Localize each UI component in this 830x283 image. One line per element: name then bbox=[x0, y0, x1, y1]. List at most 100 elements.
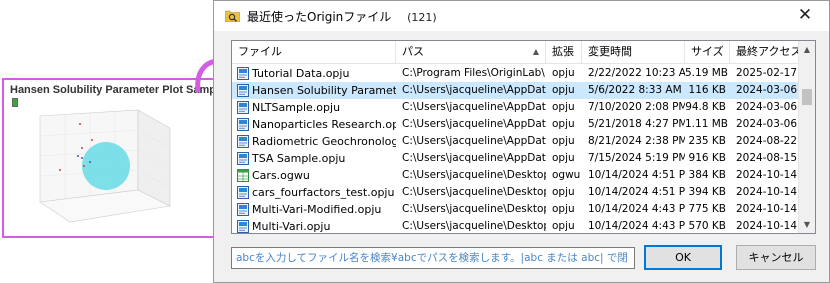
scroll-down-icon[interactable]: ▼ bbox=[799, 216, 815, 233]
file-row[interactable]: Cars.ogwu C:\Users\jacqueline\Desktop\...… bbox=[232, 167, 800, 184]
file-row[interactable]: NLTSample.opju C:\Users\jacqueline\AppDat… bbox=[232, 99, 800, 116]
file-modified-cell: 8/21/2024 2:38 PM bbox=[588, 135, 685, 147]
file-name: Nanoparticles Research.opju bbox=[252, 118, 396, 131]
project-file-icon bbox=[237, 84, 249, 97]
file-name-cell: NLTSample.opju bbox=[232, 99, 396, 116]
project-file-icon bbox=[237, 135, 249, 148]
column-header-path-label: パス bbox=[402, 45, 424, 58]
file-last-cell: 2024-10-14 bbox=[736, 220, 798, 232]
file-modified-cell: 5/21/2018 4:27 PM bbox=[588, 118, 685, 130]
file-row[interactable]: Radiometric Geochronology... C:\Users\jac… bbox=[232, 133, 800, 150]
file-path-cell: C:\Users\jacqueline\Desktop\... bbox=[402, 186, 546, 198]
file-last-cell: 2024-08-22 bbox=[736, 135, 798, 147]
dialog-titlebar: 最近使ったOriginファイル (121) ✕ bbox=[214, 1, 829, 31]
file-size-cell: 570 KB bbox=[688, 220, 726, 232]
file-last-cell: 2024-08-15 bbox=[736, 152, 798, 164]
file-row[interactable]: Multi-Vari-Modified.opju C:\Users\jacquel… bbox=[232, 201, 800, 218]
project-file-icon bbox=[237, 186, 249, 199]
search-input[interactable]: abcを入力してファイル名を検索¥abcでパスを検索します。|abc または a… bbox=[231, 247, 635, 269]
file-path-cell: C:\Users\jacqueline\AppData... bbox=[402, 135, 546, 147]
file-size-cell: 235 KB bbox=[688, 135, 726, 147]
column-header-last-access[interactable]: 最終アクセス bbox=[730, 41, 800, 63]
file-name: Multi-Vari.opju bbox=[252, 220, 331, 233]
file-name: Multi-Vari-Modified.opju bbox=[252, 203, 382, 216]
column-header-path[interactable]: パス ▲ bbox=[396, 41, 546, 63]
file-list[interactable]: ファイル パス ▲ 拡張 変更時間 サイズ 最終アクセス Tutorial Da… bbox=[231, 40, 816, 234]
file-path-cell: C:\Users\jacqueline\AppData... bbox=[402, 101, 546, 113]
file-name-cell: Nanoparticles Research.opju bbox=[232, 116, 396, 133]
file-name: Cars.ogwu bbox=[252, 169, 310, 182]
recent-files-dialog: 最近使ったOriginファイル (121) ✕ ファイル パス ▲ 拡張 変更時… bbox=[213, 0, 830, 283]
file-modified-cell: 7/10/2020 2:08 PM bbox=[588, 101, 685, 113]
file-last-cell: 2024-03-06 bbox=[736, 118, 798, 130]
file-ext-cell: opju bbox=[552, 186, 575, 198]
file-size-cell: 394 KB bbox=[688, 186, 726, 198]
file-modified-cell: 10/14/2024 4:51 PM bbox=[588, 186, 685, 198]
project-file-icon bbox=[237, 67, 249, 80]
folder-search-icon bbox=[225, 10, 240, 22]
file-name-cell: Hansen Solubility Parameter... bbox=[232, 82, 396, 99]
file-path-cell: C:\Users\jacqueline\AppData... bbox=[402, 118, 546, 130]
file-name: Radiometric Geochronology... bbox=[252, 135, 396, 148]
close-icon[interactable]: ✕ bbox=[793, 4, 817, 26]
file-row[interactable]: Hansen Solubility Parameter... C:\Users\j… bbox=[232, 82, 800, 99]
scrollbar-thumb[interactable] bbox=[802, 89, 812, 105]
file-modified-cell: 10/14/2024 4:51 PM bbox=[588, 169, 685, 181]
ok-button[interactable]: OK bbox=[644, 245, 722, 270]
file-name: Tutorial Data.opju bbox=[252, 67, 350, 80]
file-row[interactable]: Nanoparticles Research.opju C:\Users\jacq… bbox=[232, 116, 800, 133]
file-row[interactable]: cars_fourfactors_test.opju C:\Users\jacqu… bbox=[232, 184, 800, 201]
file-row[interactable]: Tutorial Data.opju C:\Program Files\Origi… bbox=[232, 65, 800, 82]
file-row[interactable]: Multi-Vari.opju C:\Users\jacqueline\Deskt… bbox=[232, 218, 800, 233]
file-last-cell: 2024-10-14 bbox=[736, 169, 798, 181]
file-size-cell: 916 KB bbox=[688, 152, 726, 164]
file-size-cell: 775 KB bbox=[688, 203, 726, 215]
file-name: NLTSample.opju bbox=[252, 101, 341, 114]
workbook-file-icon bbox=[237, 169, 249, 182]
column-header-file[interactable]: ファイル bbox=[232, 41, 396, 63]
file-size-cell: 384 KB bbox=[688, 169, 726, 181]
file-ext-cell: ogwu bbox=[552, 169, 581, 181]
project-file-icon bbox=[237, 118, 249, 131]
file-path-cell: C:\Users\jacqueline\AppData... bbox=[402, 152, 546, 164]
sort-ascending-icon: ▲ bbox=[532, 47, 539, 56]
file-path-cell: C:\Users\jacqueline\Desktop\... bbox=[402, 220, 546, 232]
project-file-icon bbox=[237, 152, 249, 165]
file-path-cell: C:\Users\jacqueline\Desktop\... bbox=[402, 169, 546, 181]
file-path-cell: C:\Users\jacqueline\Desktop\... bbox=[402, 203, 546, 215]
file-modified-cell: 7/15/2024 5:19 PM bbox=[588, 152, 685, 164]
file-size-cell: 94.8 KB bbox=[685, 101, 726, 113]
preview-panel: Hansen Solubility Parameter Plot Sample.… bbox=[2, 78, 251, 238]
scroll-up-icon[interactable]: ▲ bbox=[799, 41, 815, 58]
cancel-button[interactable]: キャンセル bbox=[736, 245, 816, 270]
file-ext-cell: opju bbox=[552, 220, 575, 232]
file-ext-cell: opju bbox=[552, 152, 575, 164]
column-header-size[interactable]: サイズ bbox=[685, 41, 730, 63]
vertical-scrollbar[interactable]: ▲ ▼ bbox=[798, 41, 815, 233]
file-size-cell: 5.19 MB bbox=[685, 67, 728, 79]
file-size-cell: 116 KB bbox=[688, 84, 726, 96]
file-name-cell: Cars.ogwu bbox=[232, 167, 396, 184]
file-name-cell: cars_fourfactors_test.opju bbox=[232, 184, 396, 201]
file-name-cell: Tutorial Data.opju bbox=[232, 65, 396, 82]
file-name-cell: Radiometric Geochronology... bbox=[232, 133, 396, 150]
dialog-title: 最近使ったOriginファイル (121) bbox=[247, 8, 437, 25]
preview-layer-marker bbox=[12, 98, 18, 107]
column-header-ext[interactable]: 拡張 bbox=[546, 41, 582, 63]
file-ext-cell: opju bbox=[552, 203, 575, 215]
file-path-cell: C:\Users\jacqueline\AppData... bbox=[402, 84, 546, 96]
file-size-cell: 1.11 MB bbox=[685, 118, 728, 130]
file-name: TSA Sample.opju bbox=[252, 152, 346, 165]
file-last-cell: 2025-02-17 bbox=[736, 67, 798, 79]
file-path-cell: C:\Program Files\OriginLab\... bbox=[402, 67, 546, 79]
file-modified-cell: 10/14/2024 4:43 PM bbox=[588, 220, 685, 232]
file-modified-cell: 5/6/2022 8:33 AM bbox=[588, 84, 682, 96]
file-modified-cell: 10/14/2024 4:43 PM bbox=[588, 203, 685, 215]
file-row[interactable]: TSA Sample.opju C:\Users\jacqueline\AppDa… bbox=[232, 150, 800, 167]
file-ext-cell: opju bbox=[552, 67, 575, 79]
project-file-icon bbox=[237, 220, 249, 233]
column-header-modified[interactable]: 変更時間 bbox=[582, 41, 685, 63]
file-modified-cell: 2/22/2022 10:23 AM bbox=[588, 67, 685, 79]
file-name-cell: TSA Sample.opju bbox=[232, 150, 396, 167]
file-last-cell: 2024-10-14 bbox=[736, 186, 798, 198]
